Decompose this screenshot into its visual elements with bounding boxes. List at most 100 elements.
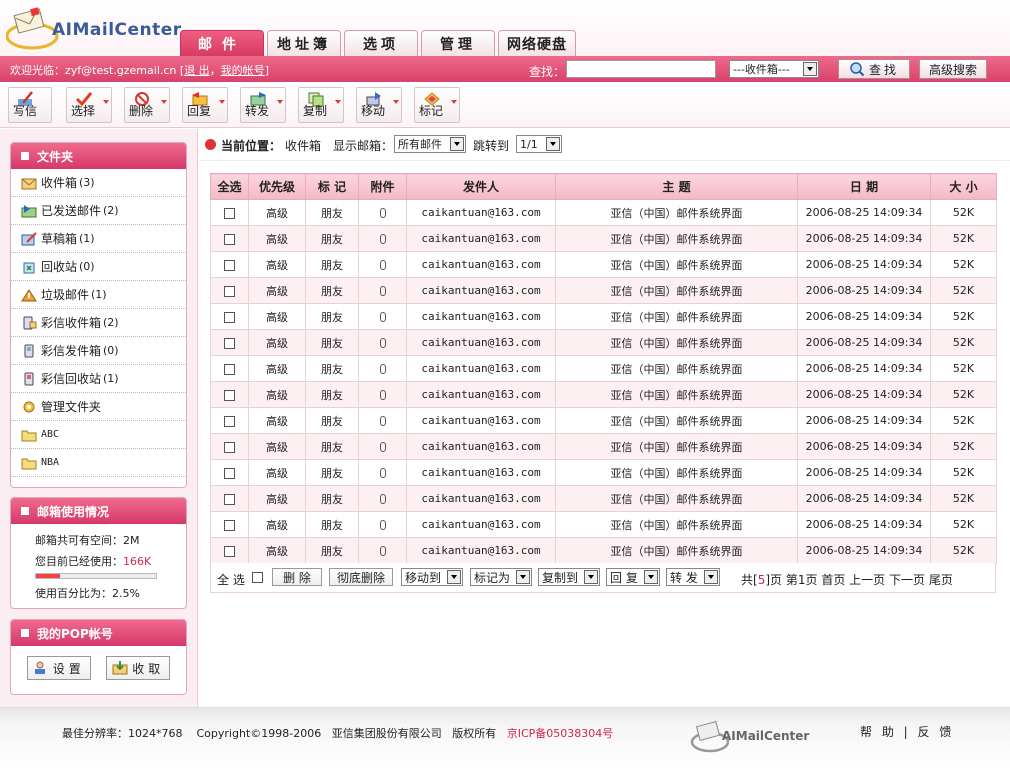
table-row[interactable]: 高级 朋友 caikantuan@163.com 亚信（中国）邮件系统界面 2006-0… xyxy=(210,407,997,434)
sidebar-item-inbox[interactable]: 收件箱 (3) xyxy=(11,169,186,197)
sender-cell[interactable]: caikantuan@163.com xyxy=(406,537,556,564)
sender-cell[interactable]: caikantuan@163.com xyxy=(406,303,556,330)
sidebar-item-spam[interactable]: 垃圾邮件 (1) xyxy=(11,281,186,309)
row-checkbox[interactable] xyxy=(224,493,235,505)
subject-cell[interactable]: 亚信（中国）邮件系统界面 xyxy=(555,225,798,252)
table-row[interactable]: 高级 朋友 caikantuan@163.com 亚信（中国）邮件系统界面 2006-0… xyxy=(210,225,997,252)
sender-cell[interactable]: caikantuan@163.com xyxy=(406,459,556,486)
table-row[interactable]: 高级 朋友 caikantuan@163.com 亚信（中国）邮件系统界面 2006-0… xyxy=(210,381,997,408)
footer-delete-button[interactable]: 删 除 xyxy=(272,568,322,586)
sidebar-item-manage-folders[interactable]: 管理文件夹 xyxy=(11,393,186,421)
feedback-link[interactable]: 反 馈 xyxy=(918,725,955,739)
footer-perm-delete-button[interactable]: 彻底删除 xyxy=(329,568,393,586)
col-size[interactable]: 大 小 xyxy=(930,173,997,200)
row-checkbox[interactable] xyxy=(224,441,235,453)
row-checkbox-cell[interactable] xyxy=(210,511,249,538)
row-checkbox[interactable] xyxy=(224,233,235,245)
footer-forward-select[interactable]: 转 发 xyxy=(666,568,720,586)
row-checkbox[interactable] xyxy=(224,311,235,323)
col-priority[interactable]: 优先级 xyxy=(248,173,306,200)
footer-mark-as-select[interactable]: 标记为 xyxy=(470,568,532,586)
sidebar-item-nba[interactable]: NBA xyxy=(11,449,186,477)
pop-settings-button[interactable]: 设置 xyxy=(26,656,91,680)
row-checkbox[interactable] xyxy=(224,545,235,557)
col-date[interactable]: 日 期 xyxy=(797,173,931,200)
subject-cell[interactable]: 亚信（中国）邮件系统界面 xyxy=(555,329,798,356)
col-attachment[interactable]: 附件 xyxy=(358,173,407,200)
row-checkbox-cell[interactable] xyxy=(210,329,249,356)
row-checkbox[interactable] xyxy=(224,207,235,219)
copy-button[interactable]: 复制 xyxy=(298,87,344,123)
sender-cell[interactable]: caikantuan@163.com xyxy=(406,329,556,356)
col-sender[interactable]: 发件人 xyxy=(406,173,556,200)
row-checkbox[interactable] xyxy=(224,415,235,427)
collapse-icon[interactable] xyxy=(21,629,29,637)
pager-first[interactable]: 首页 xyxy=(821,573,845,587)
delete-button[interactable]: 删除 xyxy=(124,87,170,123)
row-checkbox[interactable] xyxy=(224,259,235,271)
footer-move-to-select[interactable]: 移动到 xyxy=(401,568,463,586)
subject-cell[interactable]: 亚信（中国）邮件系统界面 xyxy=(555,251,798,278)
row-checkbox-cell[interactable] xyxy=(210,199,249,226)
table-row[interactable]: 高级 朋友 caikantuan@163.com 亚信（中国）邮件系统界面 2006-0… xyxy=(210,329,997,356)
row-checkbox[interactable] xyxy=(224,389,235,401)
sender-cell[interactable]: caikantuan@163.com xyxy=(406,485,556,512)
row-checkbox-cell[interactable] xyxy=(210,537,249,564)
table-row[interactable]: 高级 朋友 caikantuan@163.com 亚信（中国）邮件系统界面 2006-0… xyxy=(210,199,997,226)
subject-cell[interactable]: 亚信（中国）邮件系统界面 xyxy=(555,511,798,538)
sender-cell[interactable]: caikantuan@163.com xyxy=(406,355,556,382)
subject-cell[interactable]: 亚信（中国）邮件系统界面 xyxy=(555,433,798,460)
row-checkbox-cell[interactable] xyxy=(210,225,249,252)
logo[interactable]: AIMailCenter xyxy=(5,6,181,52)
subject-cell[interactable]: 亚信（中国）邮件系统界面 xyxy=(555,199,798,226)
mark-button[interactable]: 标记 xyxy=(414,87,460,123)
sidebar-item-trash[interactable]: 回收站 (0) xyxy=(11,253,186,281)
row-checkbox[interactable] xyxy=(224,363,235,375)
select-button[interactable]: 选择 xyxy=(66,87,112,123)
row-checkbox-cell[interactable] xyxy=(210,355,249,382)
table-row[interactable]: 高级 朋友 caikantuan@163.com 亚信（中国）邮件系统界面 2006-0… xyxy=(210,459,997,486)
table-row[interactable]: 高级 朋友 caikantuan@163.com 亚信（中国）邮件系统界面 2006-0… xyxy=(210,537,997,564)
row-checkbox-cell[interactable] xyxy=(210,407,249,434)
sidebar-item-mms-trash[interactable]: 彩信回收站 (1) xyxy=(11,365,186,393)
table-row[interactable]: 高级 朋友 caikantuan@163.com 亚信（中国）邮件系统界面 2006-0… xyxy=(210,433,997,460)
search-input[interactable] xyxy=(566,60,716,78)
footer-select-all-checkbox[interactable] xyxy=(252,572,263,583)
subject-cell[interactable]: 亚信（中国）邮件系统界面 xyxy=(555,485,798,512)
tab-manage[interactable]: 管理 xyxy=(421,30,495,56)
advanced-search-button[interactable]: 高级搜索 xyxy=(919,59,987,79)
sender-cell[interactable]: caikantuan@163.com xyxy=(406,381,556,408)
search-folder-select[interactable]: ---收件箱--- xyxy=(729,60,819,78)
sidebar-item-mms-outbox[interactable]: 彩信发件箱 (0) xyxy=(11,337,186,365)
row-checkbox-cell[interactable] xyxy=(210,277,249,304)
my-account-link[interactable]: 我的帐号 xyxy=(221,64,265,77)
pop-receive-button[interactable]: 收取 xyxy=(106,656,171,680)
row-checkbox[interactable] xyxy=(224,519,235,531)
footer-icp-link[interactable]: 京ICP备05038304号 xyxy=(507,727,614,740)
subject-cell[interactable]: 亚信（中国）邮件系统界面 xyxy=(555,355,798,382)
collapse-icon[interactable] xyxy=(21,507,29,515)
table-row[interactable]: 高级 朋友 caikantuan@163.com 亚信（中国）邮件系统界面 2006-0… xyxy=(210,303,997,330)
row-checkbox-cell[interactable] xyxy=(210,459,249,486)
move-button[interactable]: 移动 xyxy=(356,87,402,123)
table-row[interactable]: 高级 朋友 caikantuan@163.com 亚信（中国）邮件系统界面 2006-0… xyxy=(210,485,997,512)
reply-button[interactable]: 回复 xyxy=(182,87,228,123)
sender-cell[interactable]: caikantuan@163.com xyxy=(406,433,556,460)
find-button[interactable]: 查找 xyxy=(838,59,910,79)
table-row[interactable]: 高级 朋友 caikantuan@163.com 亚信（中国）邮件系统界面 2006-0… xyxy=(210,251,997,278)
row-checkbox[interactable] xyxy=(224,285,235,297)
subject-cell[interactable]: 亚信（中国）邮件系统界面 xyxy=(555,537,798,564)
compose-button[interactable]: 写信 xyxy=(8,87,52,123)
col-tag[interactable]: 标 记 xyxy=(305,173,359,200)
footer-copy-to-select[interactable]: 复制到 xyxy=(538,568,600,586)
row-checkbox-cell[interactable] xyxy=(210,251,249,278)
sender-cell[interactable]: caikantuan@163.com xyxy=(406,225,556,252)
sender-cell[interactable]: caikantuan@163.com xyxy=(406,251,556,278)
sender-cell[interactable]: caikantuan@163.com xyxy=(406,407,556,434)
jump-to-select[interactable]: 1/1 xyxy=(516,135,562,153)
row-checkbox-cell[interactable] xyxy=(210,381,249,408)
pager-prev[interactable]: 上一页 xyxy=(849,573,885,587)
tab-mail[interactable]: 邮件 xyxy=(180,30,264,56)
sender-cell[interactable]: caikantuan@163.com xyxy=(406,511,556,538)
subject-cell[interactable]: 亚信（中国）邮件系统界面 xyxy=(555,381,798,408)
